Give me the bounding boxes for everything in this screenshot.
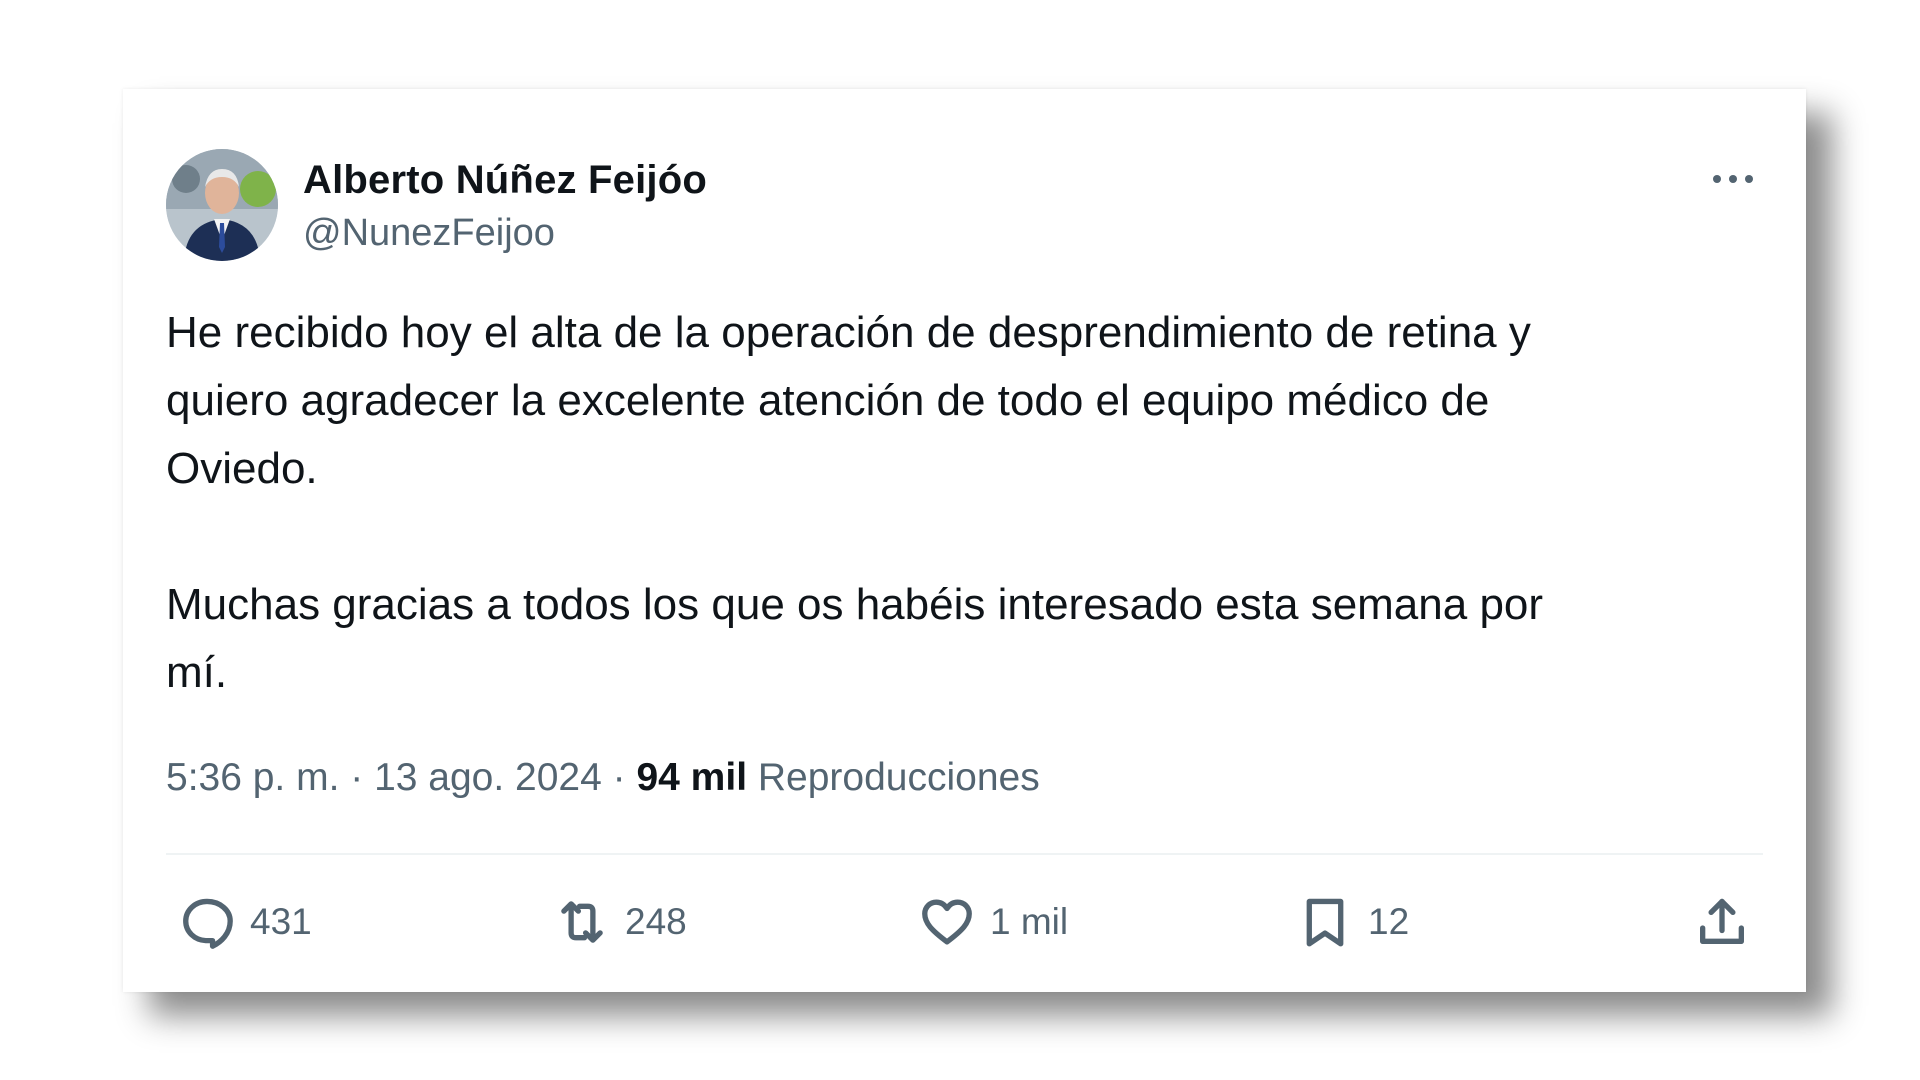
tweet-meta: 5:36 p. m. · 13 ago. 2024 · 94 mil Repro… (166, 752, 1040, 804)
tweet-timestamp[interactable]: 5:36 p. m. · 13 ago. 2024 · (166, 756, 636, 799)
bookmark-button[interactable]: 12 (1296, 887, 1409, 957)
divider (166, 853, 1763, 855)
reply-button[interactable]: 431 (178, 887, 312, 957)
bookmark-icon (1306, 898, 1344, 947)
tweet-card: Alberto Núñez Feijóo @NunezFeijoo He rec… (123, 89, 1806, 992)
reply-icon (183, 898, 233, 949)
tweet-header: Alberto Núñez Feijóo @NunezFeijoo (166, 149, 1763, 269)
tweet-paragraph-1: He recibido hoy el alta de la operación … (166, 308, 1531, 493)
bookmark-count: 12 (1368, 901, 1410, 942)
screenshot-stage: Alberto Núñez Feijóo @NunezFeijoo He rec… (0, 0, 1920, 1080)
share-icon (1700, 898, 1744, 944)
tweet-paragraph-2: Muchas gracias a todos los que os habéis… (166, 580, 1544, 697)
like-count: 1 mil (990, 901, 1069, 942)
author-names: Alberto Núñez Feijóo @NunezFeijoo (303, 154, 707, 260)
author-handle[interactable]: @NunezFeijoo (303, 206, 707, 260)
avatar-photo-icon (166, 149, 278, 261)
heart-icon (922, 899, 972, 945)
views-count: 94 mil (636, 756, 748, 799)
more-options-button[interactable] (1703, 159, 1763, 199)
user-avatar[interactable] (166, 149, 278, 261)
retweet-button[interactable]: 248 (553, 887, 687, 957)
share-button[interactable] (1693, 887, 1751, 957)
views-label: Reproducciones (747, 756, 1040, 799)
retweet-icon (561, 901, 603, 943)
author-display-name[interactable]: Alberto Núñez Feijóo (303, 154, 707, 206)
like-button[interactable]: 1 mil (918, 887, 1068, 957)
retweet-count: 248 (625, 901, 687, 942)
tweet-text: He recibido hoy el alta de la operación … (166, 299, 1726, 707)
more-horizontal-icon (1713, 175, 1753, 183)
reply-count: 431 (250, 901, 312, 942)
tweet-actions-bar: 431 248 1 mil 12 (178, 887, 1751, 957)
